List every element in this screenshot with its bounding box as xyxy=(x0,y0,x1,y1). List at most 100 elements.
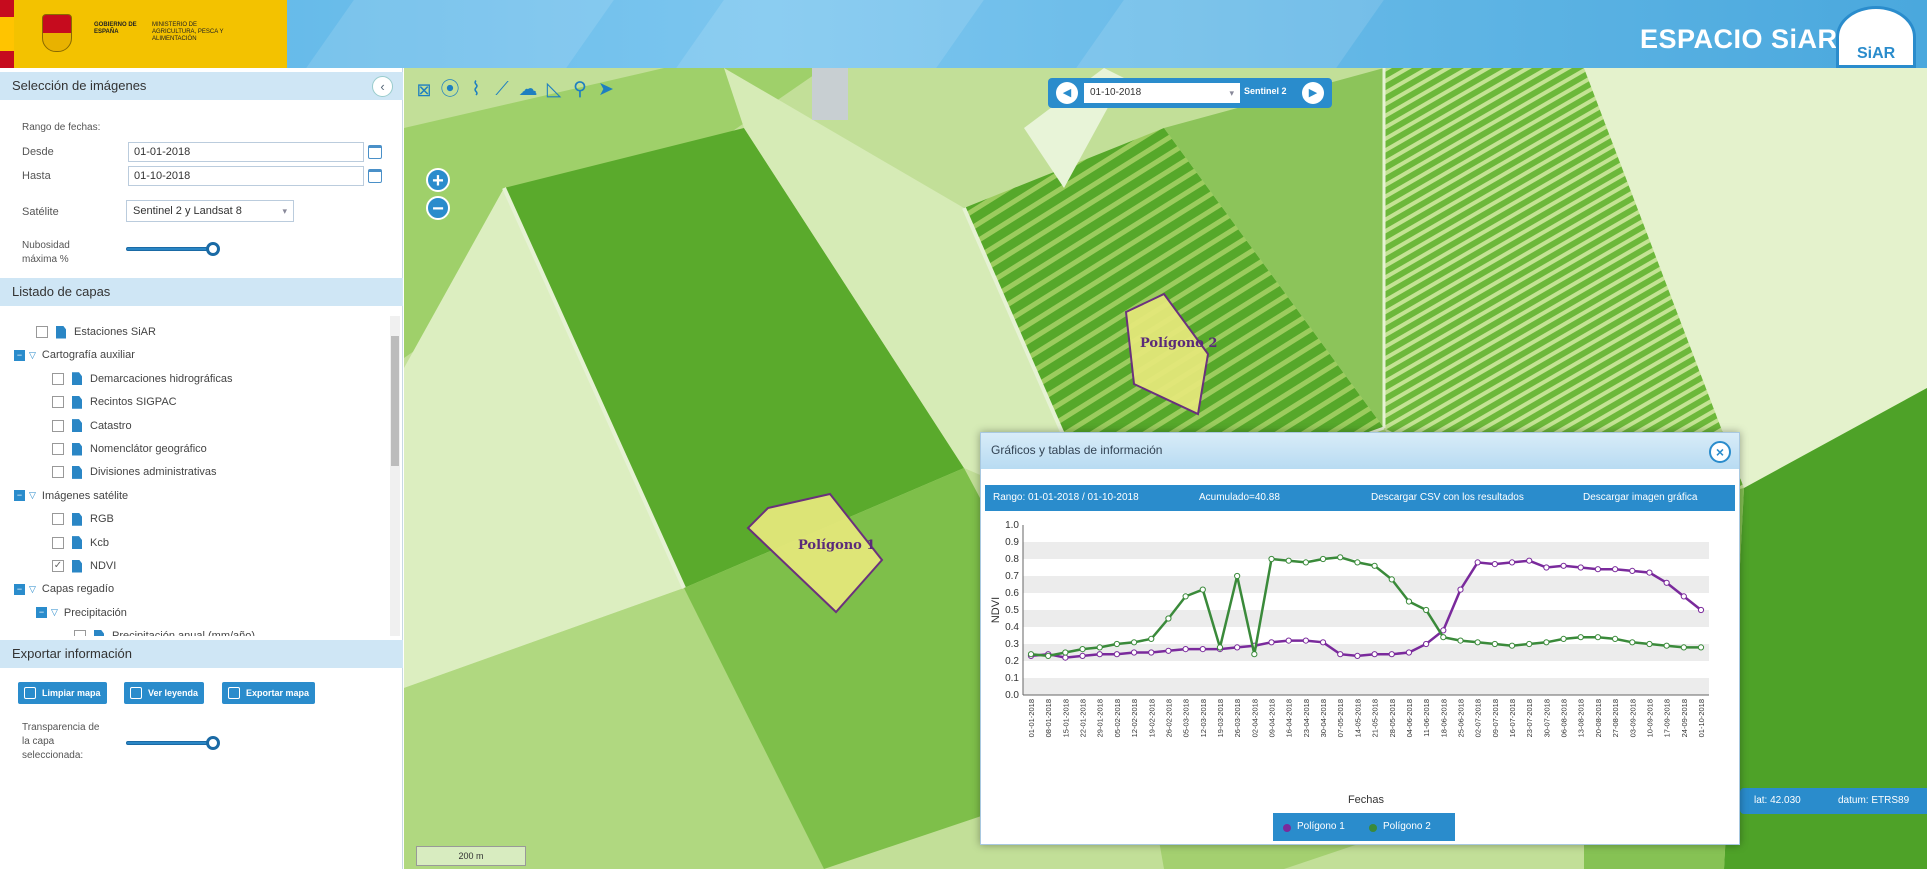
collapse-toggle-icon[interactable]: − xyxy=(14,583,25,595)
x-tick-label: 20-08-2018 xyxy=(1594,699,1603,737)
layer-checkbox[interactable] xyxy=(52,466,64,479)
image-selection-header[interactable]: Selección de imágenes ‹ xyxy=(0,72,403,100)
layer-item[interactable]: Catastro xyxy=(52,416,132,436)
collapse-toggle-icon[interactable]: − xyxy=(36,607,47,619)
download-image-button[interactable]: Descargar imagen gráfica xyxy=(1583,492,1698,503)
calendar-icon[interactable] xyxy=(368,169,382,183)
chart-line-icon[interactable]: ⟋ xyxy=(492,80,512,100)
search-icon[interactable]: ⚲ xyxy=(570,80,590,100)
scale-bar: 200 m xyxy=(416,846,526,866)
y-tick-label: 0.8 xyxy=(1005,554,1019,565)
cloud-slider-handle[interactable] xyxy=(206,242,220,256)
coordinates-display: lat: 42.030 datum: ETRS89 xyxy=(1740,788,1927,814)
pointer-icon[interactable]: ➤ xyxy=(596,80,616,100)
layer-document-icon xyxy=(72,419,82,433)
data-point-series-2 xyxy=(1594,634,1602,641)
extent-icon[interactable]: ⊠ xyxy=(414,80,434,100)
zoom-in-button[interactable]: + xyxy=(426,168,450,192)
collapse-toggle-icon[interactable]: − xyxy=(14,349,25,361)
layer-checkbox[interactable] xyxy=(52,536,64,549)
layer-label: NDVI xyxy=(90,560,117,572)
layer-item[interactable]: − ▽ Precipitación xyxy=(36,603,127,623)
scrollbar-thumb[interactable] xyxy=(391,336,399,466)
chevron-left-icon[interactable]: ‹ xyxy=(372,76,393,97)
layer-tree-scrollbar[interactable] xyxy=(390,316,400,636)
spain-flag-icon xyxy=(0,0,14,68)
x-tick-label: 26-03-2018 xyxy=(1233,699,1242,737)
transparency-slider-handle[interactable] xyxy=(206,736,220,750)
data-point-series-2 xyxy=(1062,649,1069,656)
calendar-icon[interactable] xyxy=(368,145,382,159)
layer-checkbox[interactable] xyxy=(52,443,64,455)
date-select[interactable]: 01-10-2018 ▾ xyxy=(1084,83,1240,103)
layer-item[interactable]: Divisiones administrativas xyxy=(52,462,217,482)
layer-checkbox[interactable] xyxy=(52,396,64,409)
export-map-button[interactable]: Exportar mapa xyxy=(222,682,316,704)
show-legend-button[interactable]: Ver leyenda xyxy=(124,682,205,704)
data-point-series-2 xyxy=(1457,637,1464,644)
datum-readout: datum: ETRS89 xyxy=(1838,795,1910,806)
y-tick-label: 0.0 xyxy=(1005,690,1019,701)
layer-item[interactable]: Recintos SIGPAC xyxy=(52,392,177,412)
layer-checkbox[interactable] xyxy=(52,372,64,385)
data-point-series-2 xyxy=(1491,640,1498,648)
folder-icon: ▽ xyxy=(29,583,36,594)
next-date-button[interactable]: ▶ xyxy=(1302,82,1324,104)
x-tick-label: 09-04-2018 xyxy=(1268,699,1277,737)
x-tick-label: 30-07-2018 xyxy=(1542,699,1551,737)
clear-map-button[interactable]: Limpiar mapa xyxy=(18,682,107,704)
dialog-toolbar: Rango: 01-01-2018 / 01-10-2018 Acumulado… xyxy=(985,485,1735,511)
previous-date-button[interactable]: ◀ xyxy=(1056,82,1078,104)
legend-label-polygon-2[interactable]: Polígono 2 xyxy=(1383,821,1431,832)
layer-label: Cartografía auxiliar xyxy=(41,349,135,362)
layer-item[interactable]: − ▽ Capas regadío xyxy=(14,579,114,599)
collapse-toggle-icon[interactable]: − xyxy=(14,490,25,502)
y-tick-label: 0.9 xyxy=(1005,537,1019,548)
data-point-series-2 xyxy=(1526,640,1533,648)
transparency-slider[interactable] xyxy=(126,736,220,750)
layer-item[interactable]: Nomenclátor geográfico xyxy=(52,439,207,459)
close-icon[interactable]: × xyxy=(1709,441,1731,463)
y-tick-label: 0.5 xyxy=(1005,605,1019,616)
layer-item[interactable]: RGB xyxy=(52,509,114,529)
data-point-series-1 xyxy=(1199,646,1206,653)
cloud-slider[interactable] xyxy=(126,242,220,256)
layer-item[interactable]: − ▽ Imágenes satélite xyxy=(14,486,128,506)
export-header[interactable]: Exportar información xyxy=(0,640,403,668)
layer-checkbox[interactable] xyxy=(74,630,86,636)
x-tick-label: 04-06-2018 xyxy=(1405,699,1414,737)
layer-checkbox[interactable] xyxy=(52,419,64,432)
layer-item[interactable]: Precipitación anual (mm/año) xyxy=(74,626,255,636)
layer-label: Nomenclátor geográfico xyxy=(90,443,207,455)
draw-polygon-icon[interactable]: ⌇ xyxy=(466,80,486,100)
header-decoration xyxy=(676,0,984,68)
legend-label-polygon-1[interactable]: Polígono 1 xyxy=(1297,821,1345,832)
x-tick-label: 22-01-2018 xyxy=(1079,699,1088,737)
layers-header[interactable]: Listado de capas xyxy=(0,278,403,306)
layer-document-icon xyxy=(72,442,82,456)
cloud-label: Nubosidad xyxy=(22,240,70,251)
download-csv-button[interactable]: Descargar CSV con los resultados xyxy=(1371,492,1524,503)
layer-document-icon xyxy=(72,465,82,479)
layer-document-icon xyxy=(72,536,82,550)
siar-logo: SiAR xyxy=(1836,6,1916,68)
satellite-select[interactable]: Sentinel 2 y Landsat 8 ▾ xyxy=(126,200,294,222)
layer-checkbox[interactable] xyxy=(36,326,48,338)
cloud-icon[interactable]: ☁ xyxy=(518,80,538,100)
x-tick-label: 21-05-2018 xyxy=(1371,699,1380,737)
to-date-field[interactable]: 01-10-2018 xyxy=(128,166,364,186)
zoom-out-button[interactable]: − xyxy=(426,196,450,220)
layer-checkbox[interactable]: ✓ xyxy=(52,560,64,572)
layer-item[interactable]: Estaciones SiAR xyxy=(36,322,156,342)
dialog-titlebar[interactable]: Gráficos y tablas de información × xyxy=(981,433,1739,469)
data-point-series-2 xyxy=(1646,640,1653,648)
layer-item[interactable]: Kcb xyxy=(52,533,109,553)
layer-item[interactable]: Demarcaciones hidrográficas xyxy=(52,369,232,389)
from-date-field[interactable]: 01-01-2018 xyxy=(128,142,364,162)
layer-checkbox[interactable] xyxy=(52,513,64,526)
chevron-down-icon: ▾ xyxy=(1229,88,1234,98)
measure-icon[interactable]: ◺ xyxy=(544,80,564,100)
layer-item[interactable]: − ▽ Cartografía auxiliar xyxy=(14,345,135,365)
marker-icon[interactable]: ⦿ xyxy=(440,80,460,100)
layer-item[interactable]: ✓ NDVI xyxy=(52,556,116,576)
